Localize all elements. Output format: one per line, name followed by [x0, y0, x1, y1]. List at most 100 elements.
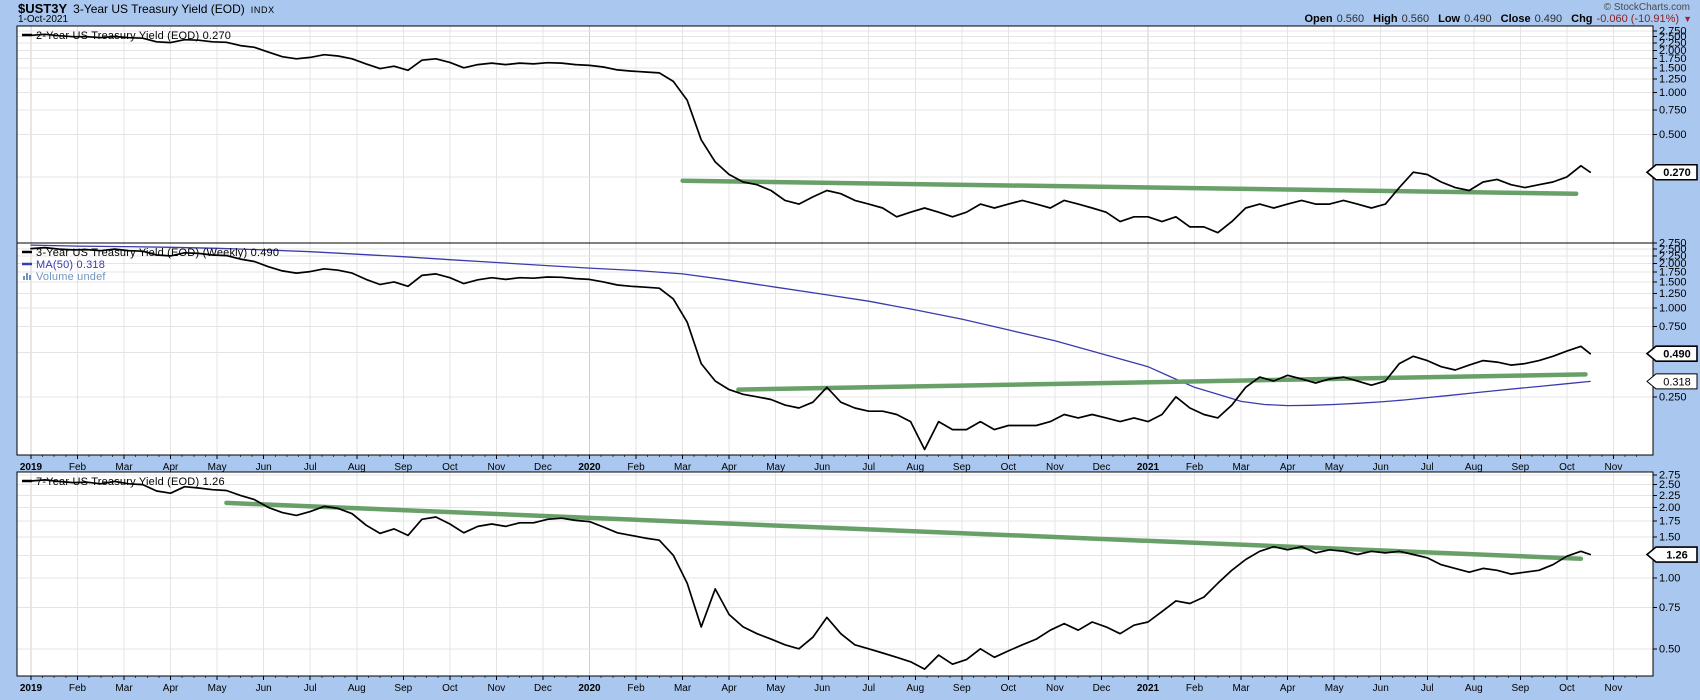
month-tick-label: Feb: [1186, 683, 1204, 694]
legend-label: 3-Year US Treasury Yield (EOD) (Weekly) …: [36, 247, 279, 259]
month-tick-label: Feb: [627, 462, 645, 473]
month-tick-label: May: [766, 683, 785, 694]
month-tick-label: Nov: [487, 462, 505, 473]
month-tick-label: Feb: [69, 462, 87, 473]
month-tick-label: Sep: [953, 462, 971, 473]
month-tick-label: Jun: [256, 683, 272, 694]
month-tick-label: Dec: [1093, 683, 1111, 694]
month-tick-label: Aug: [348, 683, 366, 694]
quote-open-value: 0.560: [1337, 13, 1365, 25]
y-axis-label: 0.750: [1659, 321, 1687, 333]
month-tick-label: 2020: [578, 683, 601, 694]
month-tick-label: Feb: [627, 683, 645, 694]
month-tick-label: 2021: [1137, 462, 1160, 473]
plot-area: [17, 243, 1653, 455]
chart-date: 1-Oct-2021: [18, 14, 68, 25]
month-tick-label: Mar: [115, 683, 133, 694]
page-title: 3-Year US Treasury Yield (EOD): [73, 2, 245, 16]
month-tick-label: Aug: [348, 462, 366, 473]
month-tick-label: Jun: [1373, 683, 1389, 694]
month-tick-label: Jul: [304, 683, 317, 694]
last-value-label: 0.270: [1663, 167, 1691, 179]
month-tick-label: Aug: [906, 462, 924, 473]
month-tick-label: Jul: [1421, 683, 1434, 694]
quote-low-value: 0.490: [1464, 13, 1492, 25]
month-tick-label: 2020: [578, 462, 601, 473]
panel-3-year-yield-weekly: 2.7502.5002.2502.0001.7501.5001.2501.000…: [17, 238, 1697, 456]
exchange-label: INDX: [251, 5, 275, 15]
month-tick-label: Mar: [1232, 683, 1250, 694]
copyright: © StockCharts.com: [1604, 2, 1690, 13]
month-tick-label: Feb: [69, 683, 87, 694]
legend-label: 2-Year US Treasury Yield (EOD) 0.270: [36, 30, 231, 42]
month-tick-label: 2019: [20, 683, 43, 694]
month-tick-label: Jun: [256, 462, 272, 473]
month-tick-label: Oct: [1559, 462, 1575, 473]
month-tick-label: Mar: [674, 462, 692, 473]
month-tick-label: Aug: [1465, 462, 1483, 473]
month-tick-label: May: [208, 462, 227, 473]
month-tick-label: Mar: [1232, 462, 1250, 473]
quote-low-label: Low: [1438, 13, 1460, 25]
quote-close-label: Close: [1501, 13, 1531, 25]
month-tick-label: Jun: [814, 462, 830, 473]
quote-chg-value: -0.060 (-10.91%): [1597, 13, 1680, 25]
last-value-label: 0.490: [1663, 349, 1691, 361]
y-axis-label: 2.25: [1659, 490, 1680, 502]
y-axis-label: 1.00: [1659, 573, 1680, 585]
month-tick-label: May: [1325, 683, 1344, 694]
quote-high-label: High: [1373, 13, 1397, 25]
month-tick-label: Sep: [1511, 462, 1529, 473]
legend-label: Volume undef: [36, 271, 106, 283]
month-tick-label: May: [208, 683, 227, 694]
month-tick-label: Nov: [1046, 683, 1064, 694]
volume-bars-icon: [29, 275, 31, 280]
last-value-label: 1.26: [1666, 550, 1687, 562]
month-tick-label: Nov: [1605, 462, 1623, 473]
month-tick-label: Aug: [906, 683, 924, 694]
month-tick-label: Aug: [1465, 683, 1483, 694]
volume-bars-icon: [23, 276, 25, 280]
volume-bars-icon: [26, 273, 28, 280]
month-tick-label: Oct: [442, 683, 458, 694]
month-tick-label: Jul: [304, 462, 317, 473]
y-axis-label: 1.250: [1659, 73, 1687, 85]
month-tick-label: Oct: [1001, 462, 1017, 473]
y-axis-label: 0.500: [1659, 129, 1687, 141]
month-tick-label: Nov: [487, 683, 505, 694]
month-tick-label: Mar: [674, 683, 692, 694]
y-axis-label: 0.250: [1659, 391, 1687, 403]
month-tick-label: May: [1325, 462, 1344, 473]
month-tick-label: Apr: [721, 462, 737, 473]
month-tick-label: Dec: [534, 462, 552, 473]
month-tick-label: Oct: [442, 462, 458, 473]
month-tick-label: Jul: [862, 462, 875, 473]
y-axis-label: 1.000: [1659, 302, 1687, 314]
legend-label: MA(50) 0.318: [36, 259, 105, 271]
y-axis-label: 0.50: [1659, 643, 1680, 655]
month-tick-label: Jun: [814, 683, 830, 694]
month-tick-label: Sep: [1511, 683, 1529, 694]
quote-close-value: 0.490: [1535, 13, 1563, 25]
quote-strip: Open0.560 High0.560 Low0.490 Close0.490 …: [1295, 13, 1692, 25]
month-tick-label: Dec: [1093, 462, 1111, 473]
y-axis-label: 1.000: [1659, 87, 1687, 99]
month-tick-label: Oct: [1001, 683, 1017, 694]
month-tick-label: Sep: [394, 462, 412, 473]
last-value-label: 0.318: [1663, 376, 1691, 388]
month-tick-label: Dec: [534, 683, 552, 694]
month-tick-label: Mar: [115, 462, 133, 473]
y-axis-label: 1.500: [1659, 276, 1687, 288]
quote-high-value: 0.560: [1402, 13, 1430, 25]
quote-dropdown-icon[interactable]: ▼: [1683, 14, 1692, 24]
quote-chg-label: Chg: [1571, 13, 1592, 25]
month-tick-label: Nov: [1605, 683, 1623, 694]
legend-label: 7-Year US Treasury Yield (EOD) 1.26: [36, 476, 225, 488]
month-tick-label: Apr: [1280, 462, 1296, 473]
month-tick-label: Feb: [1186, 462, 1204, 473]
month-tick-label: Jul: [862, 683, 875, 694]
month-tick-label: Sep: [394, 683, 412, 694]
quote-open-label: Open: [1304, 13, 1332, 25]
month-tick-label: Sep: [953, 683, 971, 694]
panel-7-year-yield: 2.752.502.252.001.751.501.251.000.750.50…: [17, 469, 1697, 676]
